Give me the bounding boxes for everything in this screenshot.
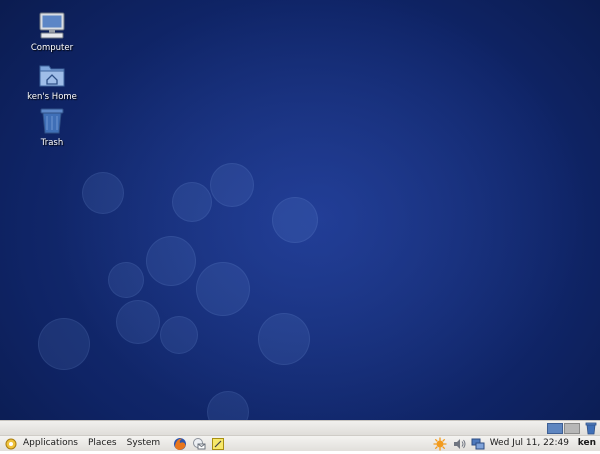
desktop-icon-label: ken's Home bbox=[27, 92, 77, 102]
bottom-panel bbox=[0, 420, 600, 436]
applications-menu[interactable]: Applications bbox=[18, 436, 83, 451]
desktop-icon-computer[interactable]: Computer bbox=[17, 11, 87, 54]
workspace-1[interactable] bbox=[547, 423, 563, 434]
update-notifier-icon[interactable] bbox=[433, 437, 447, 451]
user-switcher[interactable]: ken bbox=[578, 436, 596, 451]
wallpaper-bokeh bbox=[116, 300, 160, 344]
workspace-switcher[interactable] bbox=[547, 423, 580, 434]
main-panel: Applications Places System Wed Jul 11, 2… bbox=[0, 435, 600, 451]
wallpaper-bokeh bbox=[272, 197, 318, 243]
wallpaper-bokeh bbox=[196, 262, 250, 316]
workspace-2[interactable] bbox=[564, 423, 580, 434]
foot-menu-icon[interactable] bbox=[4, 437, 18, 451]
desktop-background[interactable]: Computer ken's Home Trash bbox=[0, 0, 600, 420]
computer-icon bbox=[37, 11, 67, 41]
system-tray bbox=[433, 436, 485, 451]
places-menu[interactable]: Places bbox=[83, 436, 122, 451]
notes-icon[interactable] bbox=[211, 437, 225, 451]
firefox-icon[interactable] bbox=[173, 437, 187, 451]
wallpaper-bokeh bbox=[210, 163, 254, 207]
volume-icon[interactable] bbox=[452, 437, 466, 451]
wallpaper-bokeh bbox=[207, 391, 249, 420]
trash-icon bbox=[37, 106, 67, 136]
wallpaper-bokeh bbox=[160, 316, 198, 354]
wallpaper-bokeh bbox=[108, 262, 144, 298]
network-icon[interactable] bbox=[471, 437, 485, 451]
clock[interactable]: Wed Jul 11, 22:49 bbox=[490, 436, 569, 451]
desktop-icon-label: Trash bbox=[40, 138, 64, 148]
wallpaper-bokeh bbox=[172, 182, 212, 222]
trash-applet-icon[interactable] bbox=[585, 422, 597, 435]
system-menu[interactable]: System bbox=[122, 436, 166, 451]
desktop-icon-home[interactable]: ken's Home bbox=[17, 60, 87, 103]
home-folder-icon bbox=[37, 60, 67, 90]
wallpaper-bokeh bbox=[146, 236, 196, 286]
wallpaper-bokeh bbox=[82, 172, 124, 214]
mail-icon[interactable] bbox=[192, 437, 206, 451]
wallpaper-bokeh bbox=[258, 313, 310, 365]
desktop-icon-trash[interactable]: Trash bbox=[17, 106, 87, 149]
wallpaper-bokeh bbox=[38, 318, 90, 370]
desktop-icon-label: Computer bbox=[30, 43, 74, 53]
